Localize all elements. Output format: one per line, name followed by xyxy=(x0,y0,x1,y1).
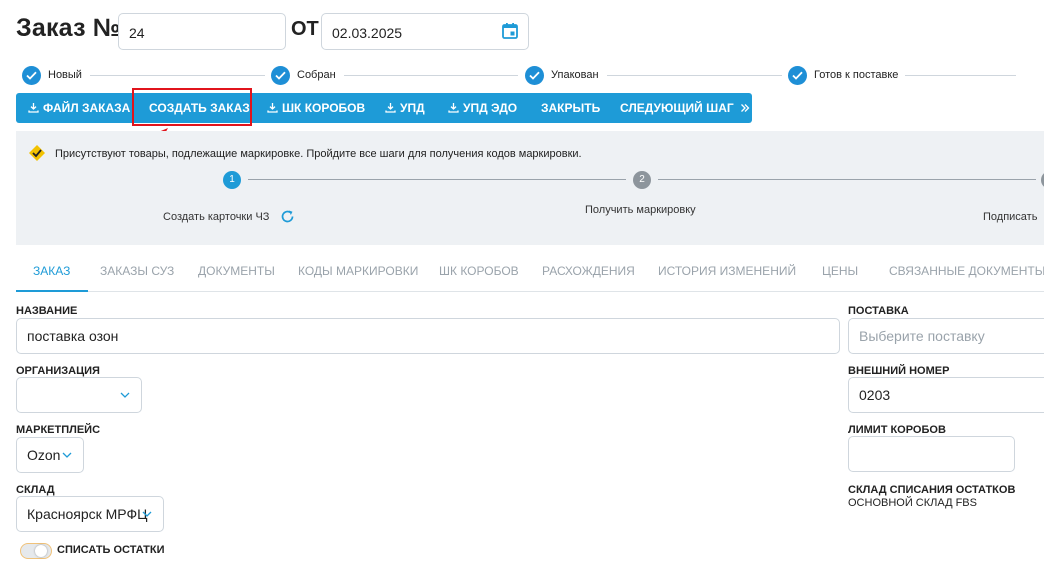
action-toolbar: ФАЙЛ ЗАКАЗА СОЗДАТЬ ЗАКАЗ ШК КОРОБОВ УПД… xyxy=(16,93,752,123)
warehouse-label: СКЛАД xyxy=(16,484,55,496)
download-icon xyxy=(28,103,39,113)
tab-prices[interactable]: ЦЕНЫ xyxy=(822,264,858,278)
chevron-down-icon xyxy=(120,392,130,398)
from-label: от xyxy=(291,18,319,40)
name-input[interactable]: поставка озон xyxy=(16,318,840,354)
warehouse-value: Красноярск МРФЦ xyxy=(27,506,148,522)
status-ready: Готов к поставке xyxy=(814,69,899,81)
tab-related-documents[interactable]: СВЯЗАННЫЕ ДОКУМЕНТЫ xyxy=(889,264,1044,278)
status-connector xyxy=(607,75,782,76)
tab-box-barcodes[interactable]: ШК КОРОБОВ xyxy=(439,264,519,278)
status-new: Новый xyxy=(48,69,82,81)
step-1-label: Создать карточки ЧЗ xyxy=(163,211,270,223)
writeoff-warehouse-value: ОСНОВНОЙ СКЛАД FBS xyxy=(848,497,977,509)
tab-documents[interactable]: ДОКУМЕНТЫ xyxy=(198,264,275,278)
marketplace-select[interactable]: Ozon xyxy=(16,437,84,473)
double-chevron-right-icon xyxy=(741,104,750,112)
marketplace-label: МАРКЕТПЛЕЙС xyxy=(16,424,101,436)
box-limit-input[interactable] xyxy=(848,436,1015,472)
upd-button[interactable]: УПД xyxy=(385,93,425,123)
organization-label: ОРГАНИЗАЦИЯ xyxy=(16,365,100,377)
honest-sign-icon xyxy=(29,145,45,161)
chevron-down-icon xyxy=(62,452,72,458)
date-input[interactable]: 02.03.2025 xyxy=(321,13,529,50)
box-limit-label: ЛИМИТ КОРОБОВ xyxy=(848,424,946,436)
download-icon xyxy=(448,103,459,113)
step-connector xyxy=(658,179,1036,180)
upd-label: УПД xyxy=(400,101,425,115)
supply-select[interactable]: Выберите поставку xyxy=(848,318,1044,354)
download-icon xyxy=(385,103,396,113)
warehouse-select[interactable]: Красноярск МРФЦ xyxy=(16,496,164,532)
refresh-icon[interactable] xyxy=(280,209,295,224)
status-check-icon xyxy=(525,66,544,85)
step-2-dot: 2 xyxy=(633,171,651,189)
status-connector xyxy=(344,75,518,76)
date-value: 02.03.2025 xyxy=(332,25,403,41)
order-file-label: ФАЙЛ ЗАКАЗА xyxy=(43,101,131,115)
close-button[interactable]: ЗАКРЫТЬ xyxy=(541,93,600,123)
tab-discrepancies[interactable]: РАСХОЖДЕНИЯ xyxy=(542,264,635,278)
tab-marking-codes[interactable]: КОДЫ МАРКИРОВКИ xyxy=(298,264,418,278)
order-file-button[interactable]: ФАЙЛ ЗАКАЗА xyxy=(28,93,130,123)
calendar-icon[interactable] xyxy=(501,22,519,40)
organization-select[interactable] xyxy=(16,377,142,413)
supply-label: ПОСТАВКА xyxy=(848,305,909,317)
name-label: НАЗВАНИЕ xyxy=(16,305,78,317)
step-connector xyxy=(248,179,626,180)
step-1-dot: 1 xyxy=(223,171,241,189)
box-barcodes-button[interactable]: ШК КОРОБОВ xyxy=(267,93,365,123)
tab-history[interactable]: ИСТОРИЯ ИЗМЕНЕНИЙ xyxy=(658,264,796,278)
download-icon xyxy=(267,103,278,113)
status-assembled: Собран xyxy=(297,69,336,81)
marking-notice: Присутствуют товары, подлежащие маркиров… xyxy=(55,148,582,160)
external-number-input[interactable]: 0203 xyxy=(848,377,1044,413)
next-step-button[interactable]: СЛЕДУЮЩИЙ ШАГ xyxy=(620,93,750,123)
status-check-icon xyxy=(271,66,290,85)
box-barcodes-label: ШК КОРОБОВ xyxy=(282,101,366,115)
status-check-icon xyxy=(788,66,807,85)
status-connector xyxy=(90,75,265,76)
close-label: ЗАКРЫТЬ xyxy=(541,101,601,115)
step-3-label: Подписать xyxy=(983,211,1038,223)
tab-order[interactable]: ЗАКАЗ xyxy=(33,264,70,278)
marketplace-value: Ozon xyxy=(27,447,61,463)
next-step-label: СЛЕДУЮЩИЙ ШАГ xyxy=(620,101,734,115)
upd-edo-label: УПД ЭДО xyxy=(463,101,518,115)
status-packed: Упакован xyxy=(551,69,599,81)
write-off-label: СПИСАТЬ ОСТАТКИ xyxy=(57,544,165,556)
tab-active-indicator xyxy=(16,290,88,292)
status-connector xyxy=(905,75,1016,76)
page-title: Заказ № xyxy=(16,14,121,42)
order-number-input[interactable]: 24 xyxy=(118,13,286,50)
toggle-knob xyxy=(35,545,47,557)
step-2-label: Получить маркировку xyxy=(585,204,696,216)
write-off-toggle[interactable] xyxy=(20,543,52,559)
chevron-down-icon xyxy=(142,511,152,517)
writeoff-warehouse-label: СКЛАД СПИСАНИЯ ОСТАТКОВ xyxy=(848,484,1016,496)
external-number-label: ВНЕШНИЙ НОМЕР xyxy=(848,365,950,377)
upd-edo-button[interactable]: УПД ЭДО xyxy=(448,93,517,123)
status-check-icon xyxy=(22,66,41,85)
tabs-divider xyxy=(16,291,1044,292)
tab-suz-orders[interactable]: ЗАКАЗЫ СУЗ xyxy=(100,264,174,278)
